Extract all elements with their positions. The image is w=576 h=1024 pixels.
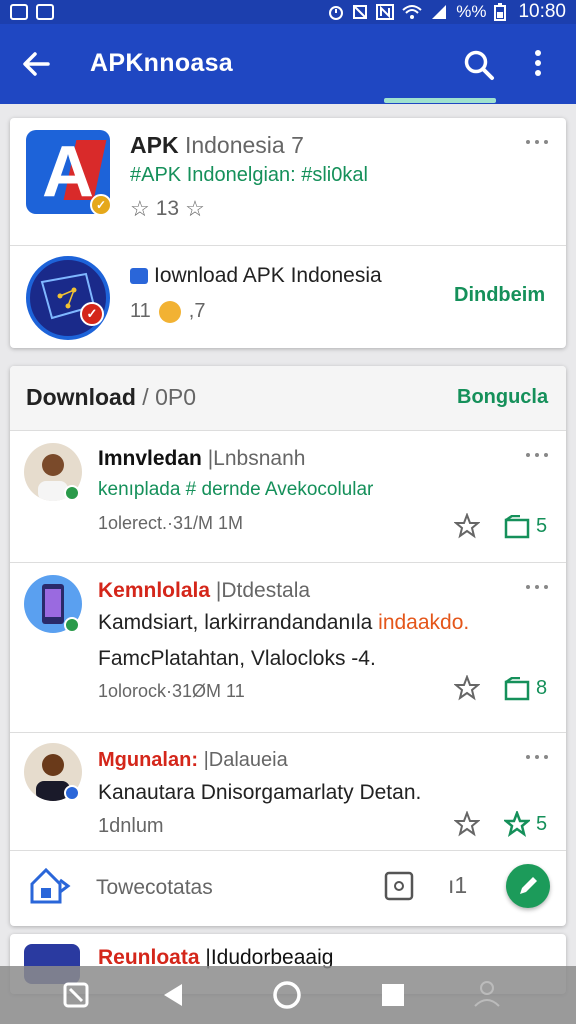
alarm-icon xyxy=(329,6,344,20)
list-item[interactable]: Kemnlolala |Dtdestala Kamdsiart, larkirr… xyxy=(10,563,566,731)
mute-icon xyxy=(353,5,368,19)
tab-indicator xyxy=(384,98,496,103)
star-icon[interactable] xyxy=(454,675,480,701)
download-section: Download / 0P0 Bongucla Imnvledan |Lnbsn… xyxy=(10,366,566,926)
more-vert-icon[interactable] xyxy=(526,46,550,80)
photo-icon xyxy=(10,4,28,20)
camera-box-icon[interactable] xyxy=(384,871,414,901)
promo-badge-icon xyxy=(130,268,148,284)
footer-count: ı1 xyxy=(448,872,468,898)
clock: 10:80 xyxy=(518,1,566,22)
promo-meta: 11 ,7 xyxy=(130,300,206,323)
more-horiz-icon[interactable] xyxy=(526,138,550,146)
globe-logo-icon[interactable] xyxy=(26,256,110,340)
box-icon[interactable] xyxy=(504,677,530,701)
app-subtitle: #APK Indonelgian: #sli0kal xyxy=(130,164,368,186)
profile-icon[interactable] xyxy=(472,978,502,1008)
battery-icon xyxy=(494,3,507,21)
star-icon: ☆ xyxy=(185,196,205,221)
section-action-button[interactable]: Bongucla xyxy=(457,386,548,409)
recent-note-icon[interactable] xyxy=(62,981,90,1009)
post-author: Kemnlolala |Dtdestala xyxy=(98,579,311,602)
app-bar: APKnnoasa xyxy=(0,24,576,104)
back-arrow-icon[interactable] xyxy=(20,48,52,80)
online-badge-icon xyxy=(64,617,80,633)
star-outline-icon: ☆ xyxy=(130,196,150,221)
home-circle-icon[interactable] xyxy=(271,979,303,1011)
coin-icon xyxy=(158,300,181,323)
verified-icon: ✓ xyxy=(80,302,104,326)
online-badge-icon xyxy=(64,485,80,501)
overview-square-icon[interactable] xyxy=(380,982,406,1008)
section-title: Download / 0P0 xyxy=(26,384,196,410)
wifi-icon xyxy=(402,5,422,19)
edit-icon xyxy=(520,877,537,894)
status-bar: %% 10:80 xyxy=(0,0,576,24)
box-icon[interactable] xyxy=(504,515,530,539)
post-text: Kamdsiart, larkirrandandanıla indaakdo. xyxy=(98,611,470,634)
online-badge-icon xyxy=(64,785,80,801)
list-item[interactable]: Imnvledan |Lnbsnanh kenıplada # dernde A… xyxy=(10,431,566,561)
verified-badge-icon: ✓ xyxy=(90,194,112,216)
divider xyxy=(10,850,566,851)
system-nav-bar xyxy=(0,966,576,1024)
post-count: 5 xyxy=(536,813,548,835)
home-bag-icon[interactable] xyxy=(28,866,72,906)
more-horiz-icon[interactable] xyxy=(526,753,550,761)
app-card[interactable]: A ✓ APK Indonesia 7 #APK Indonelgian: #s… xyxy=(10,118,566,348)
post-text: kenıplada # dernde Avekocolular xyxy=(98,479,374,500)
footer-label: Towecotatas xyxy=(96,876,213,899)
post-meta: 1olerect.·31/M 1M xyxy=(98,513,244,533)
search-icon[interactable] xyxy=(462,48,496,82)
more-horiz-icon[interactable] xyxy=(526,451,550,459)
app-rating: ☆ 13 ☆ xyxy=(130,196,205,221)
post-count: 8 xyxy=(536,677,548,699)
edit-button[interactable] xyxy=(506,864,550,908)
signal-icon xyxy=(432,5,447,19)
promo-title: Iownload APK Indonesia xyxy=(130,264,382,288)
battery-percent: %% xyxy=(456,2,487,21)
app-title: APKnnoasa xyxy=(90,49,234,77)
image-icon xyxy=(36,4,54,20)
post-author: Imnvledan |Lnbsnanh xyxy=(98,447,306,470)
back-triangle-icon[interactable] xyxy=(160,981,188,1009)
post-meta: 1dnlum xyxy=(98,815,164,837)
post-count: 5 xyxy=(536,515,548,537)
star-icon[interactable] xyxy=(454,513,480,539)
star-icon[interactable] xyxy=(454,811,480,837)
nfc-icon xyxy=(376,4,395,20)
post-text: Kanautara Dnisorgamarlaty Detan. xyxy=(98,781,422,804)
post-author: Mgunalan: |Dalaueia xyxy=(98,749,288,771)
app-name: APK Indonesia 7 xyxy=(130,132,304,158)
post-meta: 1olorock·31ØM 11 xyxy=(98,681,245,701)
post-text-line2: FamcPlatahtan, Vlalocloks -4. xyxy=(98,647,376,670)
star-green-icon[interactable] xyxy=(504,811,530,837)
more-horiz-icon[interactable] xyxy=(526,583,550,591)
list-item[interactable]: Mgunalan: |Dalaueia Kanautara Dnisorgama… xyxy=(10,733,566,849)
promo-action-button[interactable]: Dindbeim xyxy=(454,284,545,307)
divider xyxy=(10,245,566,246)
